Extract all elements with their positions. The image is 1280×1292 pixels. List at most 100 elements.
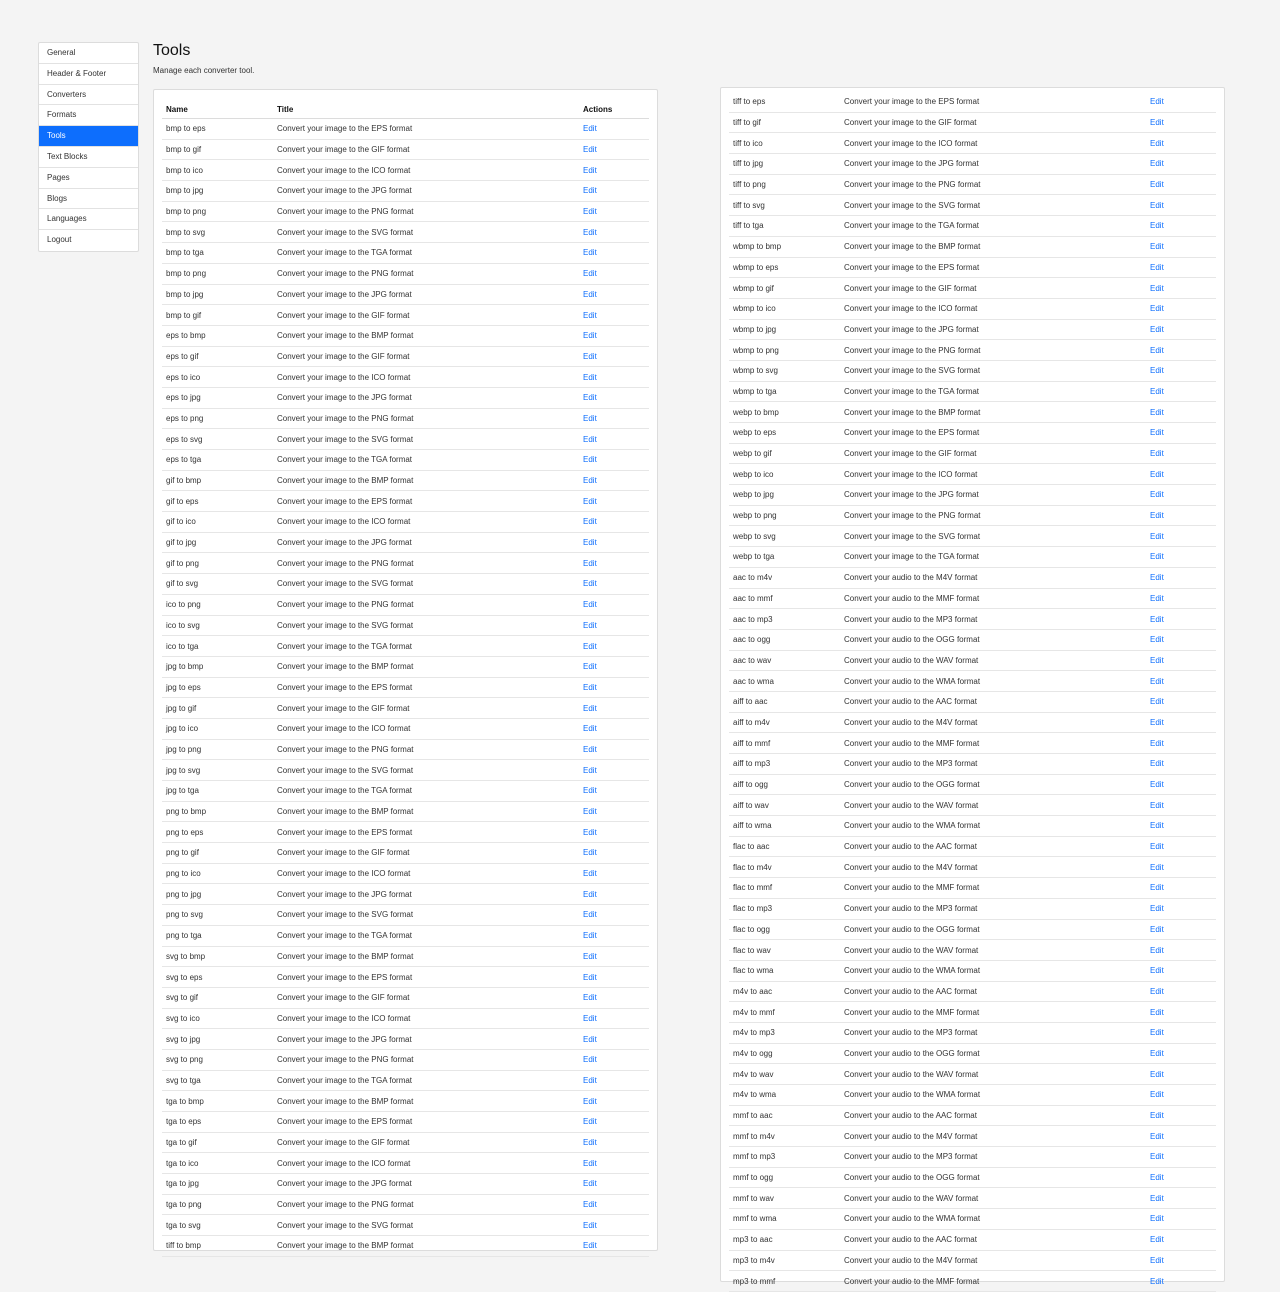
edit-link[interactable]: Edit [579,925,649,947]
edit-link[interactable]: Edit [1146,174,1216,196]
edit-link[interactable]: Edit [1146,132,1216,155]
edit-link[interactable]: Edit [1146,1043,1216,1065]
sidebar-item-languages[interactable]: Languages [39,209,138,231]
edit-link[interactable]: Edit [1146,670,1216,692]
edit-link[interactable]: Edit [579,904,649,926]
edit-link[interactable]: Edit [1146,277,1216,299]
edit-link[interactable]: Edit [579,532,649,554]
edit-link[interactable]: Edit [1146,712,1216,734]
edit-link[interactable]: Edit [579,677,649,699]
edit-link[interactable]: Edit [1146,463,1216,486]
edit-link[interactable]: Edit [579,242,649,264]
edit-link[interactable]: Edit [579,1049,649,1071]
edit-link[interactable]: Edit [1146,960,1216,982]
edit-link[interactable]: Edit [579,449,649,471]
edit-link[interactable]: Edit [1146,1250,1216,1272]
edit-link[interactable]: Edit [579,304,649,326]
edit-link[interactable]: Edit [1146,650,1216,672]
edit-link[interactable]: Edit [1146,298,1216,320]
edit-link[interactable]: Edit [1146,877,1216,899]
edit-link[interactable]: Edit [579,1173,649,1195]
edit-link[interactable]: Edit [1146,629,1216,651]
edit-link[interactable]: Edit [579,1132,649,1154]
edit-link[interactable]: Edit [1146,236,1216,258]
edit-link[interactable]: Edit [579,1090,649,1112]
edit-link[interactable]: Edit [1146,92,1216,113]
edit-link[interactable]: Edit [579,221,649,244]
edit-link[interactable]: Edit [1146,484,1216,506]
edit-link[interactable]: Edit [579,987,649,1009]
edit-link[interactable]: Edit [1146,1001,1216,1023]
edit-link[interactable]: Edit [1146,856,1216,879]
edit-link[interactable]: Edit [579,387,649,409]
edit-link[interactable]: Edit [579,966,649,988]
edit-link[interactable]: Edit [579,1194,649,1216]
edit-link[interactable]: Edit [579,780,649,802]
edit-link[interactable]: Edit [579,615,649,637]
edit-link[interactable]: Edit [1146,525,1216,548]
edit-link[interactable]: Edit [1146,774,1216,796]
edit-link[interactable]: Edit [579,1028,649,1050]
edit-link[interactable]: Edit [1146,546,1216,568]
edit-link[interactable]: Edit [579,863,649,885]
edit-link[interactable]: Edit [579,718,649,740]
edit-link[interactable]: Edit [1146,939,1216,961]
edit-link[interactable]: Edit [579,366,649,388]
edit-link[interactable]: Edit [579,284,649,306]
edit-link[interactable]: Edit [1146,981,1216,1003]
edit-link[interactable]: Edit [579,263,649,285]
edit-link[interactable]: Edit [579,1214,649,1237]
edit-link[interactable]: Edit [579,325,649,347]
edit-link[interactable]: Edit [1146,836,1216,858]
edit-link[interactable]: Edit [579,346,649,368]
sidebar-item-formats[interactable]: Formats [39,105,138,127]
edit-link[interactable]: Edit [1146,257,1216,279]
sidebar-item-text-blocks[interactable]: Text Blocks [39,147,138,168]
edit-link[interactable]: Edit [579,697,649,719]
edit-link[interactable]: Edit [1146,1022,1216,1044]
edit-link[interactable]: Edit [1146,898,1216,920]
edit-link[interactable]: Edit [1146,1146,1216,1168]
edit-link[interactable]: Edit [579,759,649,781]
edit-link[interactable]: Edit [1146,919,1216,941]
edit-link[interactable]: Edit [1146,1105,1216,1127]
edit-link[interactable]: Edit [1146,1125,1216,1148]
edit-link[interactable]: Edit [579,408,649,430]
edit-link[interactable]: Edit [579,490,649,513]
edit-link[interactable]: Edit [579,1111,649,1133]
edit-link[interactable]: Edit [579,552,649,575]
edit-link[interactable]: Edit [1146,567,1216,589]
sidebar-item-header-footer[interactable]: Header & Footer [39,64,138,85]
edit-link[interactable]: Edit [579,159,649,182]
edit-link[interactable]: Edit [1146,1229,1216,1251]
edit-link[interactable]: Edit [1146,1208,1216,1230]
edit-link[interactable]: Edit [579,1152,649,1175]
edit-link[interactable]: Edit [1146,588,1216,610]
sidebar-item-blogs[interactable]: Blogs [39,189,138,210]
edit-link[interactable]: Edit [1146,753,1216,775]
edit-link[interactable]: Edit [579,739,649,761]
edit-link[interactable]: Edit [579,1008,649,1030]
edit-link[interactable]: Edit [1146,153,1216,175]
edit-link[interactable]: Edit [579,883,649,906]
edit-link[interactable]: Edit [579,118,649,140]
edit-link[interactable]: Edit [1146,1270,1216,1292]
sidebar-item-pages[interactable]: Pages [39,168,138,189]
edit-link[interactable]: Edit [579,594,649,616]
edit-link[interactable]: Edit [579,201,649,223]
edit-link[interactable]: Edit [579,801,649,823]
edit-link[interactable]: Edit [579,842,649,864]
edit-link[interactable]: Edit [1146,215,1216,237]
edit-link[interactable]: Edit [1146,794,1216,817]
edit-link[interactable]: Edit [579,139,649,161]
edit-link[interactable]: Edit [579,821,649,844]
edit-link[interactable]: Edit [579,1235,649,1257]
edit-link[interactable]: Edit [579,180,649,202]
edit-link[interactable]: Edit [579,470,649,492]
edit-link[interactable]: Edit [1146,691,1216,713]
edit-link[interactable]: Edit [1146,194,1216,217]
edit-link[interactable]: Edit [1146,608,1216,630]
sidebar-item-tools[interactable]: Tools [39,126,138,147]
edit-link[interactable]: Edit [579,946,649,968]
edit-link[interactable]: Edit [1146,319,1216,341]
